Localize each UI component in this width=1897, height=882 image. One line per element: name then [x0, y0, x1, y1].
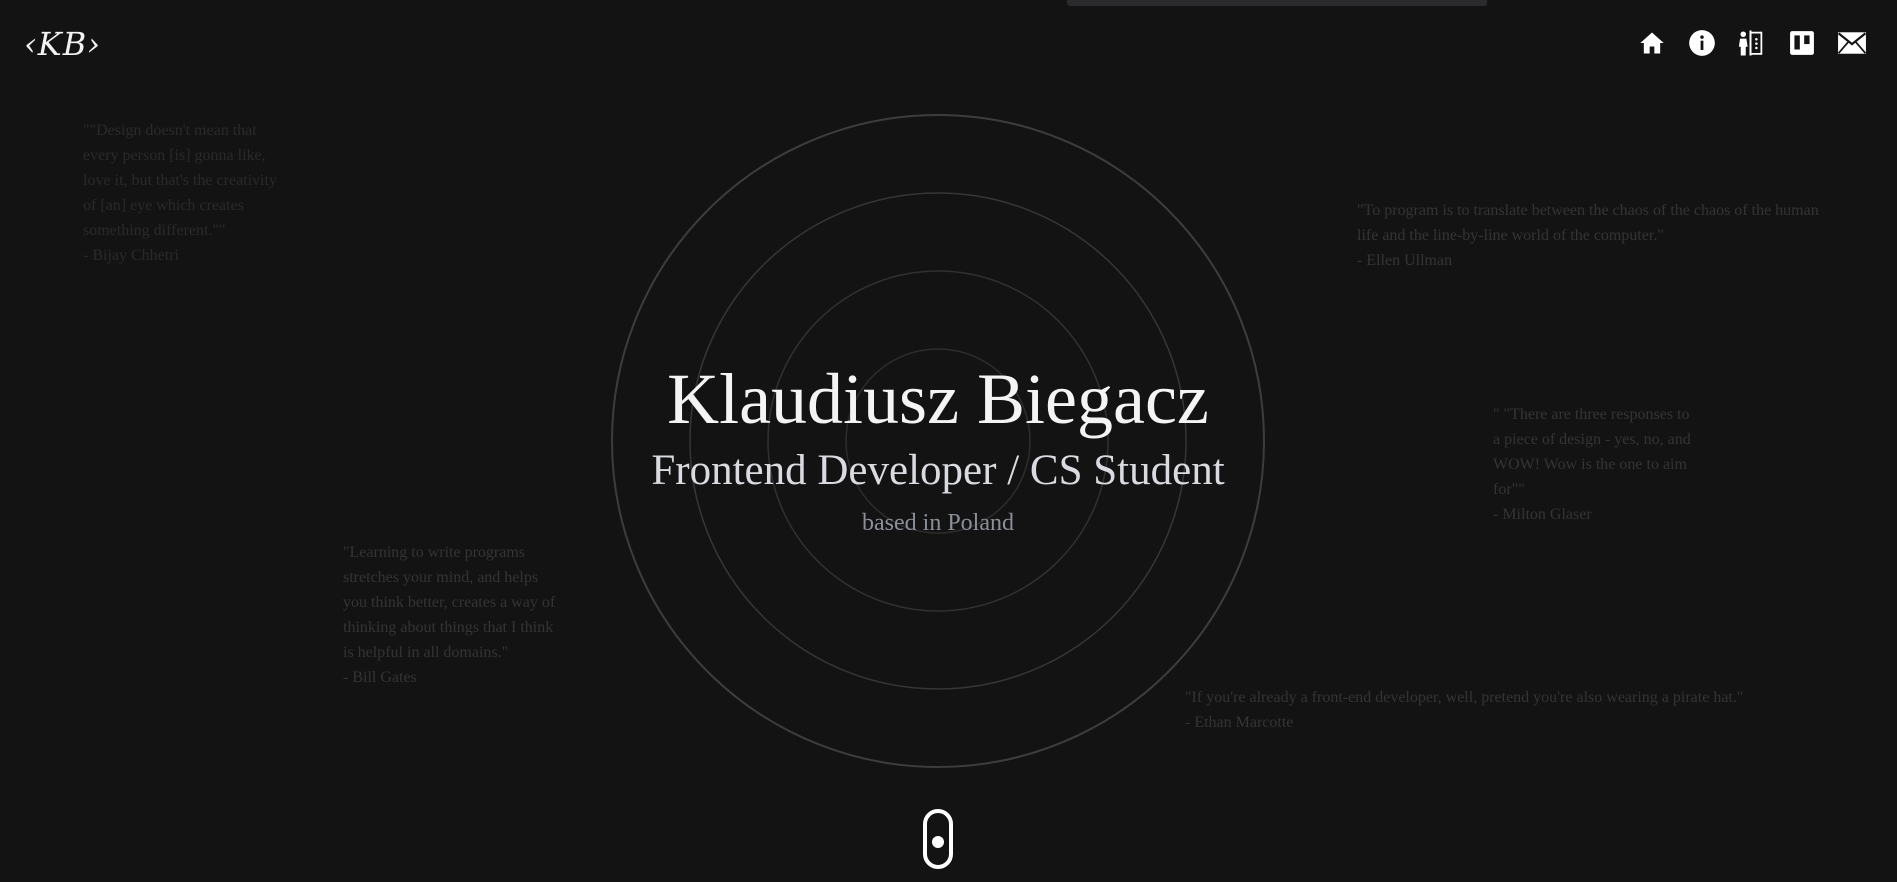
quote-author: - Bijay Chhetri: [83, 247, 179, 264]
nav-contact[interactable]: [1837, 28, 1867, 58]
hero-name: Klaudiusz Biegacz: [667, 359, 1209, 439]
nav-projects[interactable]: [1787, 28, 1817, 58]
trello-board-icon: [1790, 31, 1814, 55]
home-icon: [1640, 32, 1664, 54]
quote: " "There are three responses to a piece …: [1493, 402, 1698, 527]
quote-author: - Milton Glaser: [1493, 506, 1592, 523]
logo[interactable]: ‹KB›: [24, 24, 120, 64]
quote-text: "Learning to write programs stretches yo…: [343, 544, 556, 661]
info-icon: [1689, 30, 1715, 56]
nav-skills[interactable]: [1737, 28, 1767, 58]
hero-role: Frontend Developer / CS Student: [651, 447, 1225, 494]
quote-text: "If you're already a front-end developer…: [1185, 689, 1744, 706]
presentation-icon: [1738, 30, 1763, 56]
quote-text: "To program is to translate between the …: [1357, 202, 1819, 244]
quote-author: - Bill Gates: [343, 669, 417, 686]
quote-author: - Ellen Ullman: [1357, 252, 1453, 269]
quote: "To program is to translate between the …: [1357, 198, 1827, 273]
hero: Klaudiusz Biegacz Frontend Developer / C…: [538, 355, 1338, 541]
nav-about[interactable]: [1687, 28, 1717, 58]
top-accent-bar: [1067, 0, 1487, 6]
mail-icon: [1837, 32, 1867, 54]
nav-home[interactable]: [1637, 28, 1667, 58]
quote: ""Design doesn't mean that every person …: [83, 118, 288, 268]
quote-text: ""Design doesn't mean that every person …: [83, 122, 277, 239]
quote-author: - Ethan Marcotte: [1185, 714, 1294, 731]
scroll-down-icon[interactable]: [922, 808, 954, 870]
quote: "If you're already a front-end developer…: [1185, 685, 1825, 735]
hero-location: based in Poland: [862, 510, 1014, 536]
quote: "Learning to write programs stretches yo…: [343, 540, 563, 690]
page: ‹KB› Klaudiusz Biegacz Frontend Develope…: [0, 0, 1897, 882]
quote-text: " "There are three responses to a piece …: [1493, 406, 1691, 498]
main-nav: [1637, 28, 1867, 58]
